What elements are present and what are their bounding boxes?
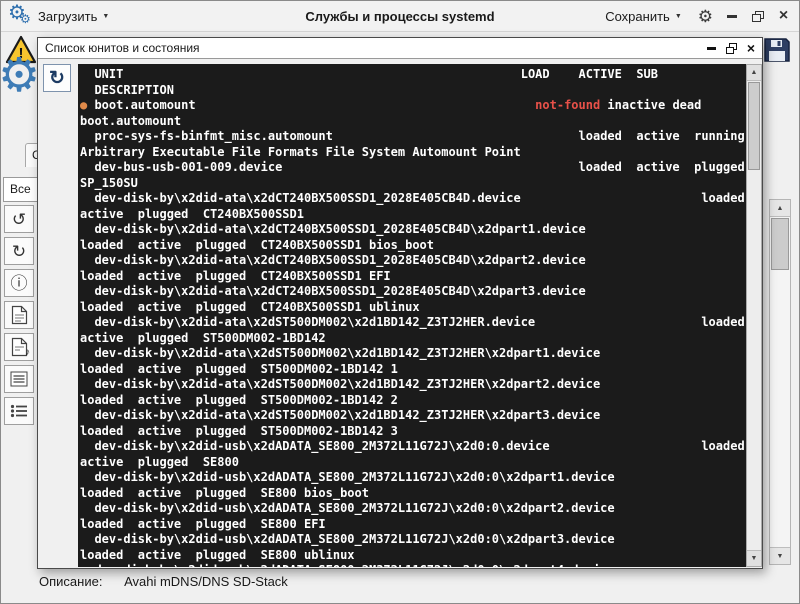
music-note-icon: ♪ xyxy=(25,348,30,358)
refresh-icon: ↻ xyxy=(12,243,26,260)
terminal-line: loaded active plugged ST500DM002-1BD142 … xyxy=(80,393,746,409)
terminal-line: dev-disk-by\x2did-ata\x2dST500DM002\x2d1… xyxy=(80,377,746,393)
settings-gear-icon[interactable]: ⚙ xyxy=(698,8,713,25)
bullet-list-button[interactable] xyxy=(4,397,34,425)
filter-all-value: Все xyxy=(10,182,31,196)
scroll-up-icon[interactable]: ▲ xyxy=(770,200,790,217)
terminal-line: loaded active plugged ST500DM002-1BD142 … xyxy=(80,362,746,378)
terminal-line: dev-disk-by\x2did-ata\x2dCT240BX500SSD1_… xyxy=(80,222,746,238)
main-titlebar: ⚙ ⚙ Загрузить ▼ Службы и процессы system… xyxy=(1,1,799,32)
terminal-line: UNIT LOAD ACTIVE SUB xyxy=(80,67,746,83)
description-value: Avahi mDNS/DNS SD-Stack xyxy=(124,574,288,589)
status-bar: Описание: Avahi mDNS/DNS SD-Stack xyxy=(39,574,288,589)
terminal-line: dev-disk-by\x2did-ata\x2dCT240BX500SSD1_… xyxy=(80,284,746,300)
main-scrollbar-thumb[interactable] xyxy=(771,218,789,270)
terminal-line: loaded active plugged CT240BX500SSD1 EFI xyxy=(80,269,746,285)
terminal-line: dev-disk-by\x2did-ata\x2dCT240BX500SSD1_… xyxy=(80,191,746,207)
terminal-line: Arbitrary Executable File Formats File S… xyxy=(80,145,746,161)
terminal-line: dev-disk-by\x2did-usb\x2dADATA_SE800_2M3… xyxy=(80,439,746,455)
terminal-line: proc-sys-fs-binfmt_misc.automount loaded… xyxy=(80,129,746,145)
terminal-line: loaded active plugged ST500DM002-1BD142 … xyxy=(80,424,746,440)
terminal-line: loaded active plugged SE800 ublinux xyxy=(80,548,746,564)
terminal-line: active plugged ST500DM002-1BD142 xyxy=(80,331,746,347)
load-button[interactable]: Загрузить ▼ xyxy=(33,6,114,27)
dialog-close-button[interactable]: × xyxy=(747,41,755,55)
terminal-line: dev-disk-by\x2did-ata\x2dST500DM002\x2d1… xyxy=(80,315,746,331)
scroll-down-icon[interactable]: ▼ xyxy=(770,547,790,564)
dialog-body: ↻ UNIT LOAD ACTIVE SUB DESCRIPTION● boot… xyxy=(38,59,762,568)
terminal-line: loaded active plugged SE800 bios_boot xyxy=(80,486,746,502)
dialog-scrollbar[interactable]: ▲ ▼ xyxy=(746,64,762,567)
minimize-button[interactable] xyxy=(724,7,739,25)
info-icon: ⓘ xyxy=(11,275,28,292)
terminal-line: dev-disk-by\x2did-ata\x2dST500DM002\x2d1… xyxy=(80,346,746,362)
description-label: Описание: xyxy=(39,574,102,589)
dialog-scrollbar-thumb[interactable] xyxy=(748,82,760,170)
chevron-down-icon: ▼ xyxy=(102,13,109,20)
close-icon: × xyxy=(779,8,788,24)
save-disk-icon[interactable] xyxy=(763,37,791,63)
terminal-line: dev-disk-by\x2did-ata\x2dST500DM002\x2d1… xyxy=(80,408,746,424)
dialog-refresh-button[interactable]: ↻ xyxy=(43,64,71,92)
bullet-list-icon xyxy=(10,404,28,418)
dialog-minimize-button[interactable] xyxy=(707,47,716,50)
minimize-icon xyxy=(727,15,737,18)
terminal-line: dev-disk-by\x2did-usb\x2dADATA_SE800_2M3… xyxy=(80,532,746,548)
terminal-line: loaded active plugged CT240BX500SSD1 ubl… xyxy=(80,300,746,316)
terminal-line: SP_150SU xyxy=(80,176,746,192)
dialog-titlebar[interactable]: Список юнитов и состояния × xyxy=(38,38,762,59)
refresh-icon: ↻ xyxy=(49,67,65,90)
maximize-icon xyxy=(752,11,764,22)
document-icon xyxy=(11,305,28,325)
app-gears-icon: ⚙ ⚙ xyxy=(8,4,34,28)
gear-icon: ⚙ xyxy=(0,51,40,98)
chevron-down-icon: ▼ xyxy=(675,13,682,20)
list-view-button[interactable] xyxy=(4,365,34,393)
terminal-output: UNIT LOAD ACTIVE SUB DESCRIPTION● boot.a… xyxy=(78,64,746,567)
terminal-line: dev-disk-by\x2did-ata\x2dCT240BX500SSD1_… xyxy=(80,253,746,269)
info-button[interactable]: ⓘ xyxy=(4,269,34,297)
dialog-controls: × xyxy=(707,41,755,55)
terminal-line: dev-bus-usb-001-009.device loaded active… xyxy=(80,160,746,176)
terminal-line: active plugged CT240BX500SSD1 xyxy=(80,207,746,223)
save-button[interactable]: Сохранить ▼ xyxy=(600,6,687,27)
history-button[interactable]: ↺ xyxy=(4,205,34,233)
terminal-line: dev-disk-by\x2did-usb\x2dADATA_SE800_2M3… xyxy=(80,470,746,486)
terminal-line: ● boot.automount not-found inactive dead xyxy=(80,98,746,114)
document-note-button[interactable]: ♪ xyxy=(4,333,34,361)
history-icon: ↺ xyxy=(12,211,26,228)
terminal-line: loaded active plugged SE800 EFI xyxy=(80,517,746,533)
save-button-label: Сохранить xyxy=(605,9,670,24)
titlebar-right-group: Сохранить ▼ ⚙ × xyxy=(600,1,791,31)
terminal-line: loaded active plugged CT240BX500SSD1 bio… xyxy=(80,238,746,254)
dialog-title: Список юнитов и состояния xyxy=(45,41,707,55)
terminal-line: active plugged SE800 xyxy=(80,455,746,471)
main-window: ⚙ ⚙ Загрузить ▼ Службы и процессы system… xyxy=(0,0,800,604)
scroll-down-icon[interactable]: ▼ xyxy=(747,550,761,566)
list-box-icon xyxy=(10,371,28,387)
terminal-line: DESCRIPTION xyxy=(80,83,746,99)
load-button-label: Загрузить xyxy=(38,9,97,24)
scroll-up-icon[interactable]: ▲ xyxy=(747,65,761,81)
document-button[interactable] xyxy=(4,301,34,329)
refresh-button[interactable]: ↻ xyxy=(4,237,34,265)
maximize-button[interactable] xyxy=(750,7,765,25)
dialog-maximize-button[interactable] xyxy=(726,43,737,54)
close-button[interactable]: × xyxy=(776,7,791,25)
gear-icon: ⚙ xyxy=(20,13,31,25)
main-scrollbar[interactable]: ▲ ▼ xyxy=(769,199,791,565)
terminal-line: dev-disk-by\x2did-usb\x2dADATA_SE800_2M3… xyxy=(80,501,746,517)
terminal-line: boot.automount xyxy=(80,114,746,130)
sidebar-button-column: ↺ ↻ ⓘ ♪ xyxy=(4,205,34,425)
terminal-line: dev-disk-by\x2did-usb\x2dADATA_SE800_2M3… xyxy=(80,563,746,567)
units-dialog: Список юнитов и состояния × ↻ UNIT LOAD … xyxy=(37,37,763,569)
